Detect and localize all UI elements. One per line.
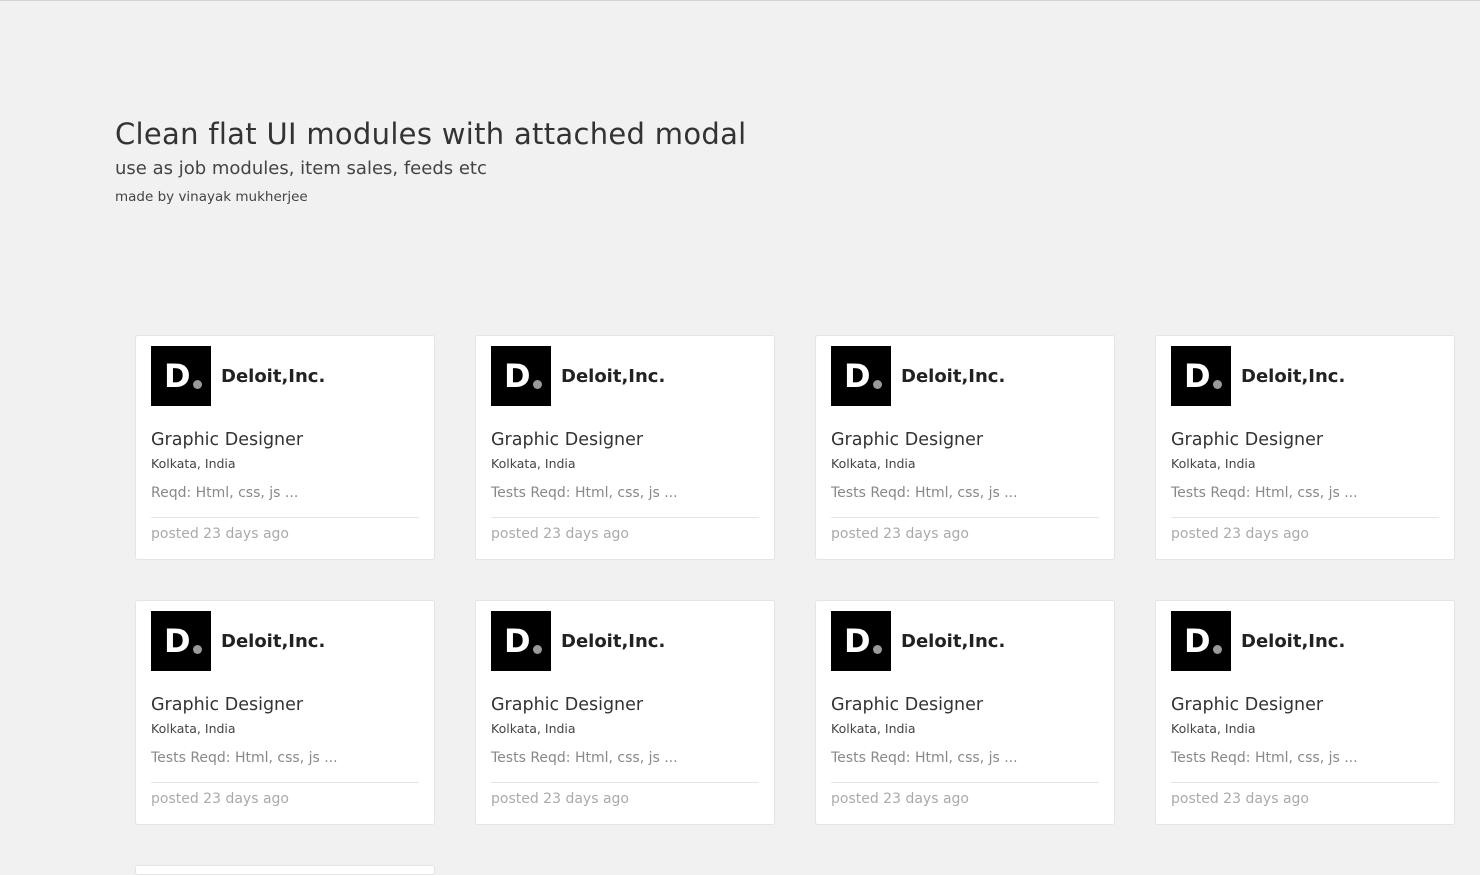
logo-letter: D [504, 622, 531, 660]
logo-dot-icon [193, 645, 202, 654]
job-location: Kolkata, India [491, 456, 576, 471]
posted-date: posted 23 days ago [831, 791, 969, 807]
job-card[interactable]: D Deloit,Inc. Graphic Designer Kolkata, … [135, 600, 435, 825]
company-name: Deloit,Inc. [901, 365, 1006, 387]
company-name: Deloit,Inc. [1241, 630, 1346, 652]
job-card[interactable]: D Deloit,Inc. Graphic Designer Kolkata, … [475, 335, 775, 560]
logo-letter: D [164, 622, 191, 660]
company-logo: D [1171, 346, 1231, 406]
posted-date: posted 23 days ago [831, 526, 969, 542]
posted-date: posted 23 days ago [151, 526, 289, 542]
job-card[interactable]: D Deloit,Inc. Graphic Designer Kolkata, … [135, 335, 435, 560]
job-location: Kolkata, India [831, 456, 916, 471]
job-card[interactable]: D Deloit,Inc. Graphic Designer Kolkata, … [475, 600, 775, 825]
logo-dot-icon [533, 380, 542, 389]
page-credit: made by vinayak mukherjee [115, 189, 308, 205]
job-title: Graphic Designer [491, 695, 644, 715]
job-location: Kolkata, India [151, 721, 236, 736]
job-requirements: Tests Reqd: Html, css, js ... [491, 485, 678, 501]
logo-letter: D [164, 357, 191, 395]
logo-letter: D [504, 357, 531, 395]
company-name: Deloit,Inc. [561, 630, 666, 652]
card-header: D Deloit,Inc. [151, 346, 419, 406]
company-logo: D [1171, 611, 1231, 671]
logo-dot-icon [873, 380, 882, 389]
company-name: Deloit,Inc. [561, 365, 666, 387]
company-logo: D [831, 346, 891, 406]
logo-letter: D [1184, 357, 1211, 395]
posted-date: posted 23 days ago [1171, 791, 1309, 807]
posted-date: posted 23 days ago [491, 791, 629, 807]
card-header: D Deloit,Inc. [491, 611, 759, 671]
job-title: Graphic Designer [491, 430, 644, 450]
job-requirements: Tests Reqd: Html, css, js ... [1171, 485, 1358, 501]
card-divider [831, 782, 1099, 783]
company-logo: D [151, 346, 211, 406]
logo-dot-icon [1213, 380, 1222, 389]
job-requirements: Tests Reqd: Html, css, js ... [1171, 750, 1358, 766]
company-logo: D [491, 346, 551, 406]
job-location: Kolkata, India [151, 456, 236, 471]
job-requirements: Tests Reqd: Html, css, js ... [491, 750, 678, 766]
job-title: Graphic Designer [151, 430, 304, 450]
card-divider [1171, 782, 1439, 783]
page-subtitle: use as job modules, item sales, feeds et… [115, 158, 487, 179]
company-name: Deloit,Inc. [221, 365, 326, 387]
card-divider [151, 782, 419, 783]
posted-date: posted 23 days ago [491, 526, 629, 542]
card-header: D Deloit,Inc. [491, 346, 759, 406]
logo-dot-icon [873, 645, 882, 654]
card-header: D Deloit,Inc. [831, 611, 1099, 671]
logo-letter: D [844, 622, 871, 660]
job-card-partial[interactable] [135, 865, 435, 875]
job-card[interactable]: D Deloit,Inc. Graphic Designer Kolkata, … [1155, 335, 1455, 560]
top-border [0, 0, 1480, 1]
logo-letter: D [844, 357, 871, 395]
job-title: Graphic Designer [831, 430, 984, 450]
job-title: Graphic Designer [1171, 430, 1324, 450]
logo-letter: D [1184, 622, 1211, 660]
posted-date: posted 23 days ago [151, 791, 289, 807]
company-logo: D [831, 611, 891, 671]
card-divider [1171, 517, 1439, 518]
card-header: D Deloit,Inc. [831, 346, 1099, 406]
posted-date: posted 23 days ago [1171, 526, 1309, 542]
card-divider [831, 517, 1099, 518]
card-divider [491, 517, 759, 518]
page-header: Clean flat UI modules with attached moda… [115, 112, 747, 206]
job-title: Graphic Designer [831, 695, 984, 715]
job-requirements: Tests Reqd: Html, css, js ... [831, 750, 1018, 766]
company-name: Deloit,Inc. [1241, 365, 1346, 387]
company-logo: D [151, 611, 211, 671]
job-card[interactable]: D Deloit,Inc. Graphic Designer Kolkata, … [815, 600, 1115, 825]
job-requirements: Tests Reqd: Html, css, js ... [831, 485, 1018, 501]
job-card[interactable]: D Deloit,Inc. Graphic Designer Kolkata, … [815, 335, 1115, 560]
logo-dot-icon [193, 380, 202, 389]
logo-dot-icon [533, 645, 542, 654]
card-header: D Deloit,Inc. [151, 611, 419, 671]
job-location: Kolkata, India [1171, 456, 1256, 471]
card-divider [491, 782, 759, 783]
card-header: D Deloit,Inc. [1171, 611, 1439, 671]
job-title: Graphic Designer [151, 695, 304, 715]
job-requirements: Tests Reqd: Html, css, js ... [151, 750, 338, 766]
job-requirements: Reqd: Html, css, js ... [151, 485, 299, 501]
company-name: Deloit,Inc. [221, 630, 326, 652]
page-title: Clean flat UI modules with attached moda… [115, 117, 747, 151]
card-header: D Deloit,Inc. [1171, 346, 1439, 406]
job-location: Kolkata, India [831, 721, 916, 736]
logo-dot-icon [1213, 645, 1222, 654]
job-location: Kolkata, India [1171, 721, 1256, 736]
job-card[interactable]: D Deloit,Inc. Graphic Designer Kolkata, … [1155, 600, 1455, 825]
company-name: Deloit,Inc. [901, 630, 1006, 652]
card-divider [151, 517, 419, 518]
company-logo: D [491, 611, 551, 671]
job-title: Graphic Designer [1171, 695, 1324, 715]
job-location: Kolkata, India [491, 721, 576, 736]
job-card-grid: D Deloit,Inc. Graphic Designer Kolkata, … [135, 335, 1455, 825]
